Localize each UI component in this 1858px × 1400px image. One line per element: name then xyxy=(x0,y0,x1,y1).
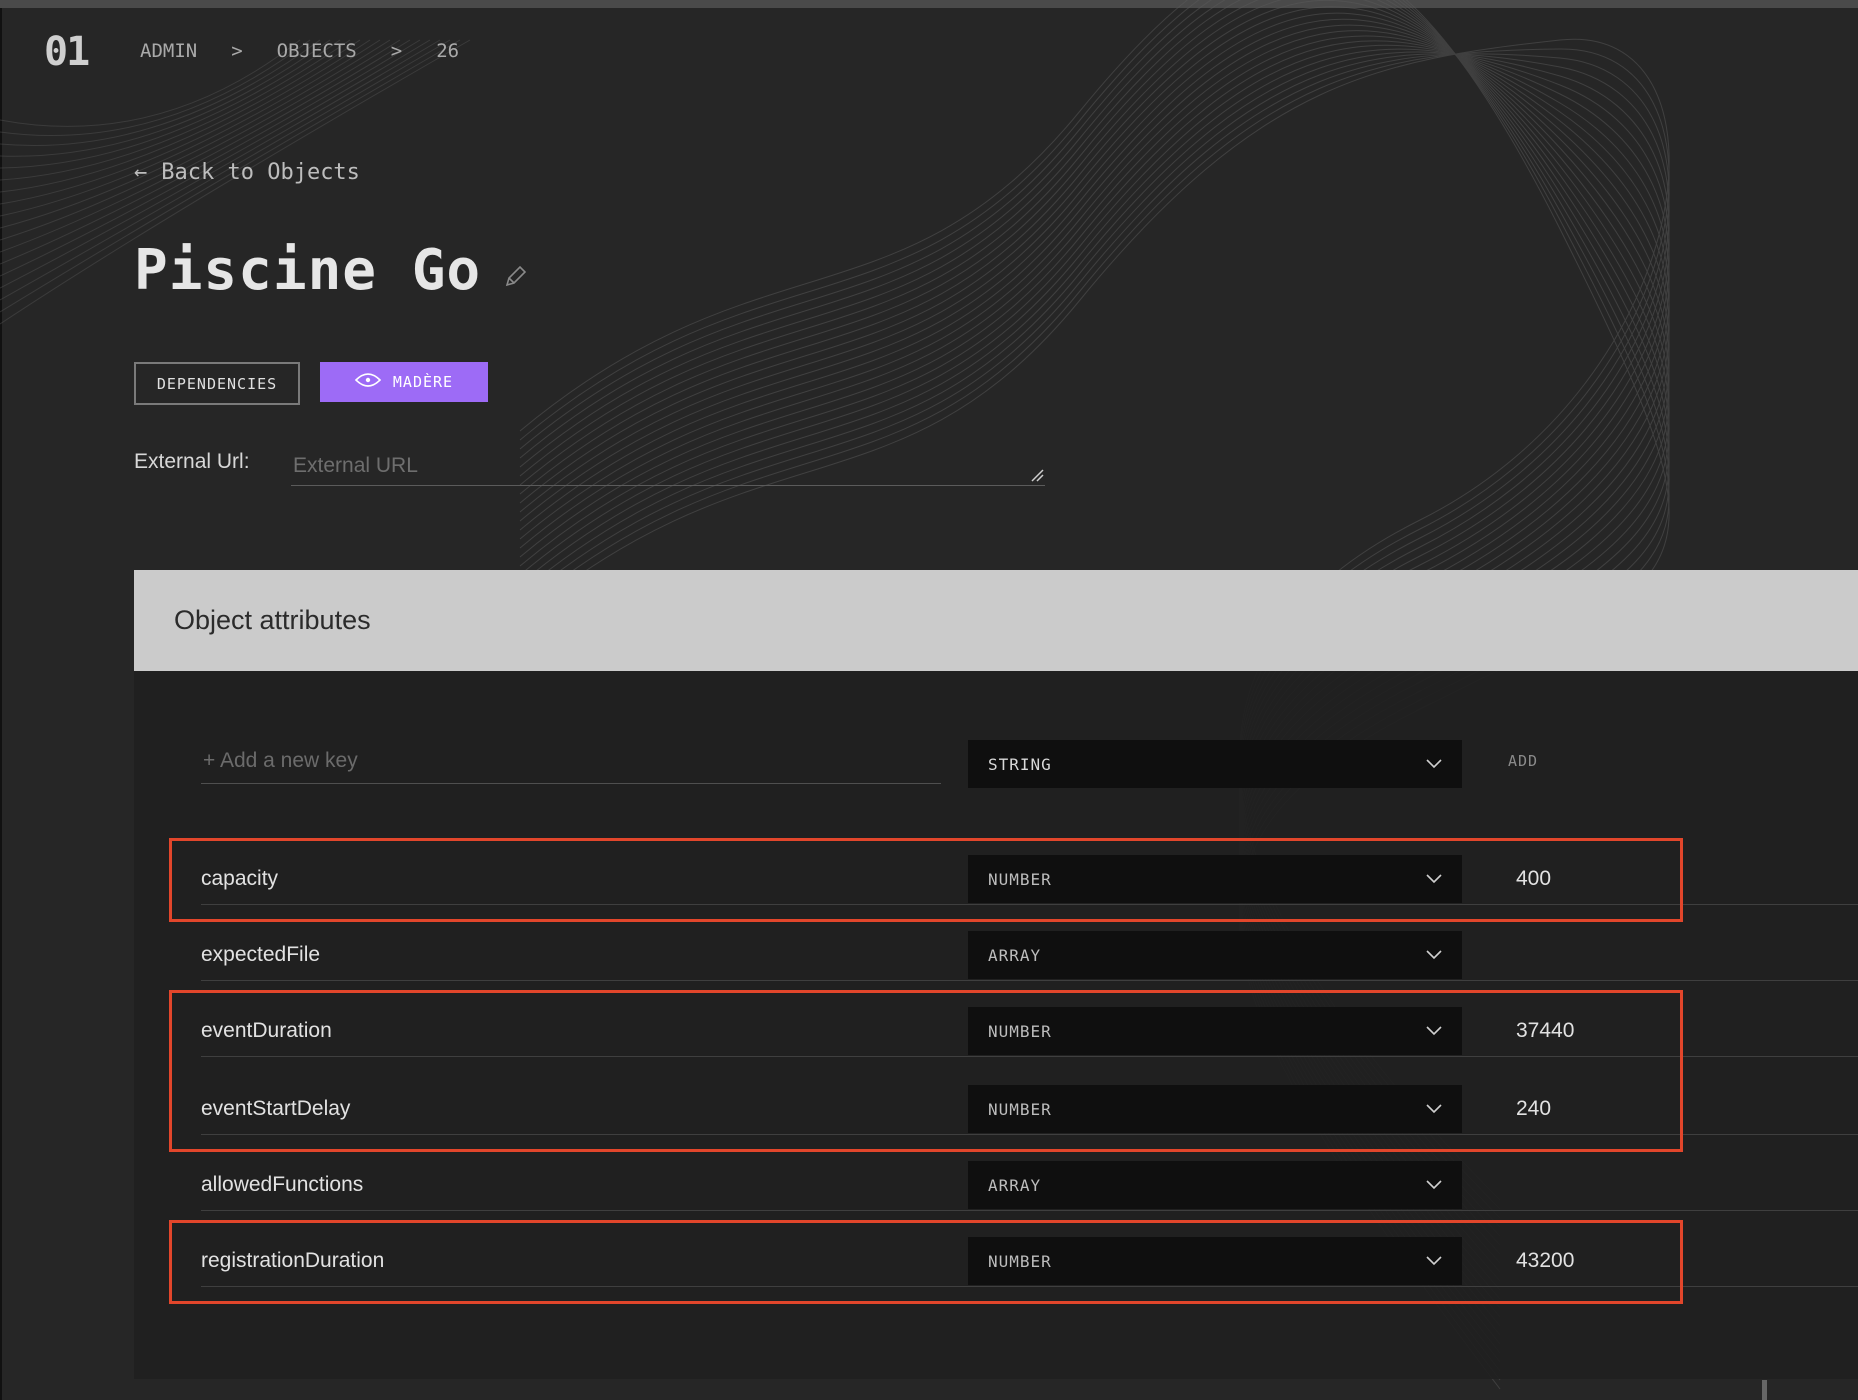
attribute-key[interactable]: eventDuration xyxy=(201,1019,332,1043)
type-select-value: NUMBER xyxy=(988,869,1052,889)
row-divider xyxy=(201,904,1858,905)
new-key-type-select[interactable]: STRING xyxy=(968,740,1462,788)
breadcrumb: ADMIN > OBJECTS > 26 xyxy=(140,40,459,62)
window-top-border xyxy=(0,0,1858,8)
external-url-input[interactable] xyxy=(291,446,1045,486)
chevron-down-icon xyxy=(1426,1104,1442,1114)
window-left-border xyxy=(0,8,2,1400)
type-select-value: NUMBER xyxy=(988,1251,1052,1271)
page-title: Piscine Go xyxy=(134,238,482,303)
attribute-key[interactable]: eventStartDelay xyxy=(201,1097,350,1121)
chevron-down-icon xyxy=(1426,874,1442,884)
row-divider xyxy=(201,1056,1858,1057)
row-divider xyxy=(201,1286,1858,1287)
breadcrumb-current: 26 xyxy=(436,40,460,62)
attribute-type-select[interactable]: ARRAY xyxy=(968,931,1462,979)
attribute-value[interactable]: 37440 xyxy=(1516,1019,1574,1043)
chevron-down-icon xyxy=(1426,1256,1442,1266)
dependencies-button[interactable]: DEPENDENCIES xyxy=(134,362,300,405)
attribute-type-select[interactable]: NUMBER xyxy=(968,855,1462,903)
object-attributes-header: Object attributes xyxy=(134,570,1858,671)
new-key-input[interactable] xyxy=(201,738,941,784)
breadcrumb-separator: > xyxy=(231,40,243,62)
scrollbar-thumb[interactable] xyxy=(1762,1380,1767,1400)
attribute-value[interactable]: 400 xyxy=(1516,867,1551,891)
type-select-value: ARRAY xyxy=(988,1175,1042,1195)
breadcrumb-separator: > xyxy=(390,40,403,62)
attribute-value[interactable]: 43200 xyxy=(1516,1249,1574,1273)
attribute-type-select[interactable]: NUMBER xyxy=(968,1085,1462,1133)
logo[interactable]: 01 xyxy=(44,32,90,72)
type-select-value: ARRAY xyxy=(988,945,1042,965)
row-divider xyxy=(201,1210,1858,1211)
type-select-value: NUMBER xyxy=(988,1021,1052,1041)
type-select-value: STRING xyxy=(988,754,1052,774)
add-key-button[interactable]: ADD xyxy=(1508,752,1538,770)
object-attributes-title: Object attributes xyxy=(174,605,371,635)
breadcrumb-admin[interactable]: ADMIN xyxy=(140,40,197,62)
chevron-down-icon xyxy=(1426,950,1442,960)
chevron-down-icon xyxy=(1426,1026,1442,1036)
row-divider xyxy=(201,980,1858,981)
attribute-type-select[interactable]: NUMBER xyxy=(968,1237,1462,1285)
back-link-label: Back to Objects xyxy=(161,160,360,185)
arrow-left-icon: ← xyxy=(134,160,148,185)
eye-icon xyxy=(354,372,382,392)
attribute-key[interactable]: allowedFunctions xyxy=(201,1173,363,1197)
pencil-icon[interactable] xyxy=(503,263,529,289)
title-area: Piscine Go xyxy=(134,238,529,303)
chevron-down-icon xyxy=(1426,759,1442,769)
breadcrumb-objects[interactable]: OBJECTS xyxy=(277,40,357,62)
attribute-key[interactable]: capacity xyxy=(201,867,278,891)
attribute-type-select[interactable]: ARRAY xyxy=(968,1161,1462,1209)
chevron-down-icon xyxy=(1426,1180,1442,1190)
type-select-value: NUMBER xyxy=(988,1099,1052,1119)
attribute-key[interactable]: registrationDuration xyxy=(201,1249,384,1273)
attribute-type-select[interactable]: NUMBER xyxy=(968,1007,1462,1055)
madere-button[interactable]: MADÈRE xyxy=(320,362,488,402)
resize-handle-icon[interactable] xyxy=(1030,468,1044,482)
back-to-objects-link[interactable]: ← Back to Objects xyxy=(134,160,360,185)
row-divider xyxy=(201,1134,1858,1135)
attribute-key[interactable]: expectedFile xyxy=(201,943,320,967)
external-url-label: External Url: xyxy=(134,450,250,473)
madere-button-label: MADÈRE xyxy=(392,373,454,391)
attribute-value[interactable]: 240 xyxy=(1516,1097,1551,1121)
